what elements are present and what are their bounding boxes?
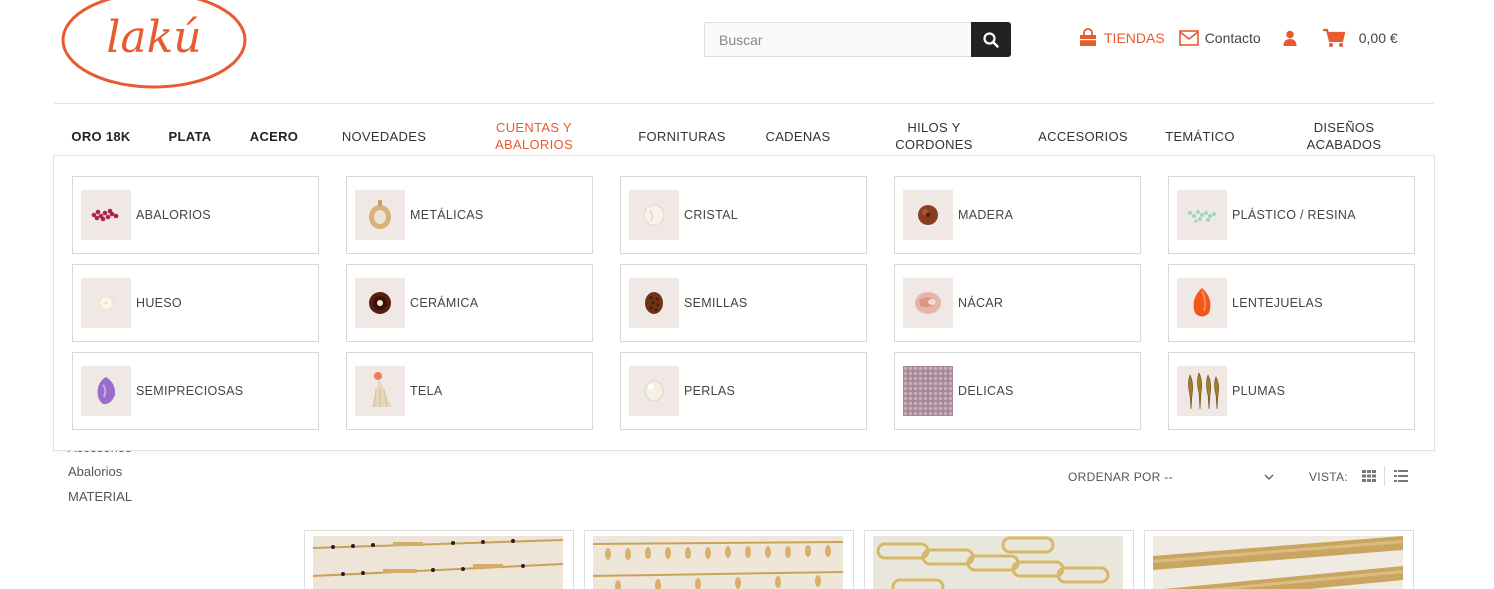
semipreciosas-thumbnail [81, 366, 131, 416]
search-input[interactable] [719, 31, 971, 48]
category-label: NÁCAR [958, 296, 1004, 310]
category-label: CRISTAL [684, 208, 738, 222]
product-image [1153, 536, 1403, 589]
nav-item-oro[interactable]: ORO 18K [64, 118, 138, 154]
category-tile-madera[interactable]: MADERA [894, 176, 1141, 254]
stores-label: TIENDAS [1104, 30, 1165, 46]
category-label: CERÁMICA [410, 296, 479, 310]
lentejuelas-thumbnail [1177, 278, 1227, 328]
category-label: SEMIPRECIOSAS [136, 384, 244, 398]
svg-text:lakú: lakú [106, 12, 201, 63]
hueso-thumbnail [81, 278, 131, 328]
category-tile-semipreciosas[interactable]: SEMIPRECIOSAS [72, 352, 319, 430]
category-label: PLUMAS [1232, 384, 1286, 398]
contact-label: Contacto [1204, 30, 1261, 46]
category-label: DELICAS [958, 384, 1014, 398]
plumas-thumbnail [1177, 366, 1227, 416]
nav-item-cuentas-abalorios[interactable]: CUENTAS Y ABALORIOS [484, 118, 584, 154]
product-image [873, 536, 1123, 589]
envelope-icon [1178, 30, 1199, 46]
cart-button[interactable]: 0,00 € [1322, 28, 1398, 48]
category-label: PERLAS [684, 384, 736, 398]
category-tile-plastico-resina[interactable]: PLÁSTICO / RESINA [1168, 176, 1415, 254]
search-field[interactable] [704, 22, 972, 57]
category-tile-nacar[interactable]: NÁCAR [894, 264, 1141, 342]
search-icon [983, 31, 999, 48]
sort-label: ORDENAR POR -- [1068, 470, 1173, 484]
product-image [592, 536, 844, 589]
nav-item-acero[interactable]: ACERO [240, 118, 308, 154]
madera-thumbnail [903, 190, 953, 240]
sidebar-heading-material: MATERIAL [68, 489, 133, 504]
nav-item-tematico[interactable]: TEMÁTICO [1158, 118, 1242, 154]
product-card[interactable] [864, 530, 1134, 589]
header-divider [54, 103, 1434, 104]
sidebar-link-abalorios[interactable]: Abalorios [68, 464, 122, 479]
grid-view-icon[interactable] [1362, 470, 1376, 482]
metalicas-thumbnail [355, 190, 405, 240]
perlas-thumbnail [629, 366, 679, 416]
category-tile-metalicas[interactable]: METÁLICAS [346, 176, 593, 254]
category-tile-delicas[interactable]: DELICAS [894, 352, 1141, 430]
nav-item-hilos-cordones[interactable]: HILOS Y CORDONES [890, 118, 978, 154]
product-image [312, 536, 564, 589]
cuentas-mega-menu: ABALORIOS METÁLICAS CRISTAL MADERA PLÁST… [53, 155, 1435, 451]
category-tile-hueso[interactable]: HUESO [72, 264, 319, 342]
category-label: MADERA [958, 208, 1014, 222]
category-tile-ceramica[interactable]: CERÁMICA [346, 264, 593, 342]
category-label: HUESO [136, 296, 182, 310]
category-tile-abalorios[interactable]: ABALORIOS [72, 176, 319, 254]
nav-item-cadenas[interactable]: CADENAS [754, 118, 842, 154]
user-icon [1283, 30, 1297, 46]
nav-item-disenos-acabados[interactable]: DISEÑOS ACABADOS [1300, 118, 1388, 154]
category-label: PLÁSTICO / RESINA [1232, 208, 1356, 222]
cart-total: 0,00 € [1358, 30, 1398, 46]
tela-thumbnail [355, 366, 405, 416]
semillas-thumbnail [629, 278, 679, 328]
chevron-down-icon [1264, 474, 1274, 480]
stores-link[interactable]: TIENDAS [1078, 28, 1165, 48]
account-button[interactable] [1283, 30, 1297, 46]
nav-item-fornituras[interactable]: FORNITURAS [632, 118, 732, 154]
cristal-thumbnail [629, 190, 679, 240]
shopping-bag-icon [1080, 28, 1096, 46]
search-button[interactable] [971, 22, 1011, 57]
nav-item-accesorios[interactable]: ACCESORIOS [1032, 118, 1134, 154]
category-label: METÁLICAS [410, 208, 484, 222]
list-view-icon[interactable] [1394, 470, 1408, 482]
abalorios-thumbnail [81, 190, 131, 240]
category-label: LENTEJUELAS [1232, 296, 1323, 310]
product-card[interactable] [304, 530, 574, 589]
category-tile-lentejuelas[interactable]: LENTEJUELAS [1168, 264, 1415, 342]
product-card[interactable] [1144, 530, 1414, 589]
category-tile-plumas[interactable]: PLUMAS [1168, 352, 1415, 430]
category-tile-cristal[interactable]: CRISTAL [620, 176, 867, 254]
ceramica-thumbnail [355, 278, 405, 328]
laku-logo[interactable]: lakú [60, 0, 248, 90]
category-label: ABALORIOS [136, 208, 211, 222]
product-card[interactable] [584, 530, 854, 589]
nav-item-novedades[interactable]: NOVEDADES [334, 118, 434, 154]
delicas-thumbnail [903, 366, 953, 416]
contact-link[interactable]: Contacto [1178, 30, 1261, 46]
view-label: VISTA: [1309, 470, 1348, 484]
category-tile-perlas[interactable]: PERLAS [620, 352, 867, 430]
category-label: TELA [410, 384, 443, 398]
category-label: SEMILLAS [684, 296, 748, 310]
category-tile-semillas[interactable]: SEMILLAS [620, 264, 867, 342]
category-tile-tela[interactable]: TELA [346, 352, 593, 430]
plastico-resina-thumbnail [1177, 190, 1227, 240]
main-nav: ORO 18K PLATA ACERO NOVEDADES CUENTAS Y … [54, 118, 1434, 154]
nav-item-plata[interactable]: PLATA [158, 118, 222, 154]
view-separator [1384, 466, 1385, 486]
cart-icon [1322, 28, 1345, 47]
nacar-thumbnail [903, 278, 953, 328]
sort-select[interactable]: ORDENAR POR -- [1068, 470, 1276, 486]
